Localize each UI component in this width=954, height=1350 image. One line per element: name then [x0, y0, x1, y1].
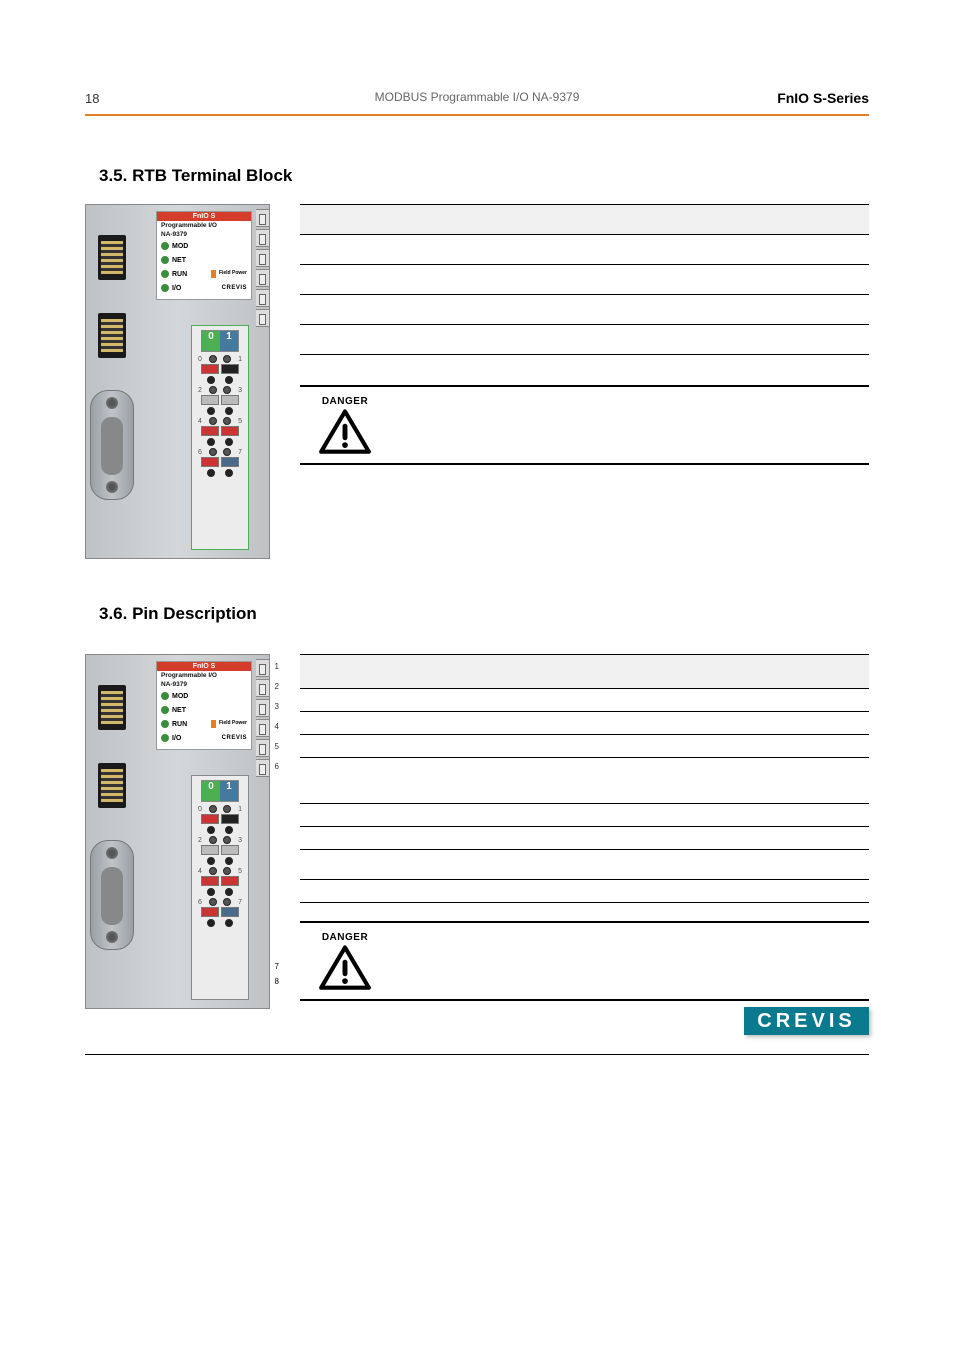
led-run: [161, 270, 169, 278]
rtb-block-highlight: 01 01 23 45 67: [191, 325, 249, 550]
section-3-5-title: 3.5. RTB Terminal Block: [99, 166, 869, 186]
clip-num-1: 1: [275, 662, 279, 671]
clip-num-4: 4: [275, 722, 279, 731]
side-clips: [256, 209, 270, 327]
rj45-port-2b: [98, 763, 126, 808]
danger-box-1: DANGER: [300, 385, 869, 465]
rj45-port-2: [98, 313, 126, 358]
field-power-led: [211, 270, 216, 278]
module-illustration-pins: FnIO S Programmable I/O NA-9379 MOD NET …: [85, 654, 270, 1009]
label-io: I/O: [172, 285, 181, 292]
module-label-panel: FnIO S Programmable I/O NA-9379 MOD NET …: [156, 211, 252, 300]
danger-body-1: [404, 395, 863, 455]
danger-label-1: DANGER: [306, 396, 384, 407]
module-label-panel-b: FnIO S Programmable I/O NA-9379 MOD NET …: [156, 661, 252, 750]
label-line2-b: NA-9379: [157, 680, 251, 689]
led-net: [161, 256, 169, 264]
danger-body-2: [404, 931, 863, 991]
pin-description-table: [300, 654, 869, 903]
led-mod: [161, 242, 169, 250]
label-crevis-small: CREVIS: [222, 285, 247, 291]
label-line1: Programmable I/O: [157, 221, 251, 230]
clip-num-3: 3: [275, 702, 279, 711]
label-run: RUN: [172, 271, 187, 278]
rj45-port-1: [98, 235, 126, 280]
label-field-power: Field Power: [219, 271, 247, 277]
serial-port-b: [90, 840, 134, 950]
side-clips-b: 1 2 3 4 5 6: [256, 659, 270, 777]
warning-triangle-icon-2: [318, 945, 372, 991]
led-io: [161, 284, 169, 292]
rtb-table: [300, 204, 869, 355]
header-right: FnIO S-Series: [777, 90, 869, 106]
module-illustration-rtb: FnIO S Programmable I/O NA-9379 MOD NET …: [85, 204, 270, 559]
clip-num-7: 7: [275, 962, 279, 971]
warning-triangle-icon: [318, 409, 372, 455]
section-3-6-title: 3.6. Pin Description: [99, 604, 869, 624]
danger-label-2: DANGER: [306, 932, 384, 943]
rj45-port-1b: [98, 685, 126, 730]
page-number: 18: [85, 91, 99, 106]
header-center: MODBUS Programmable I/O NA-9379: [375, 90, 580, 104]
clip-num-5: 5: [275, 742, 279, 751]
label-mod: MOD: [172, 243, 188, 250]
footer-rule: [85, 1054, 869, 1055]
clip-num-2: 2: [275, 682, 279, 691]
rtb-top-1: 1: [220, 331, 238, 351]
label-brand: FnIO S: [157, 212, 251, 221]
label-net: NET: [172, 257, 186, 264]
danger-box-2: DANGER: [300, 921, 869, 1001]
serial-port: [90, 390, 134, 500]
clip-num-6: 6: [275, 762, 279, 771]
label-brand-b: FnIO S: [157, 662, 251, 671]
clip-num-8: 8: [275, 977, 279, 986]
header-divider: [85, 114, 869, 116]
rtb-block-b: 01 01 23 45 67: [191, 775, 249, 1000]
page-header: 18 MODBUS Programmable I/O NA-9379 FnIO …: [85, 90, 869, 106]
crevis-logo: CREVIS: [744, 1007, 869, 1035]
label-line2: NA-9379: [157, 230, 251, 239]
label-line1-b: Programmable I/O: [157, 671, 251, 680]
rtb-top-0: 0: [202, 331, 220, 351]
